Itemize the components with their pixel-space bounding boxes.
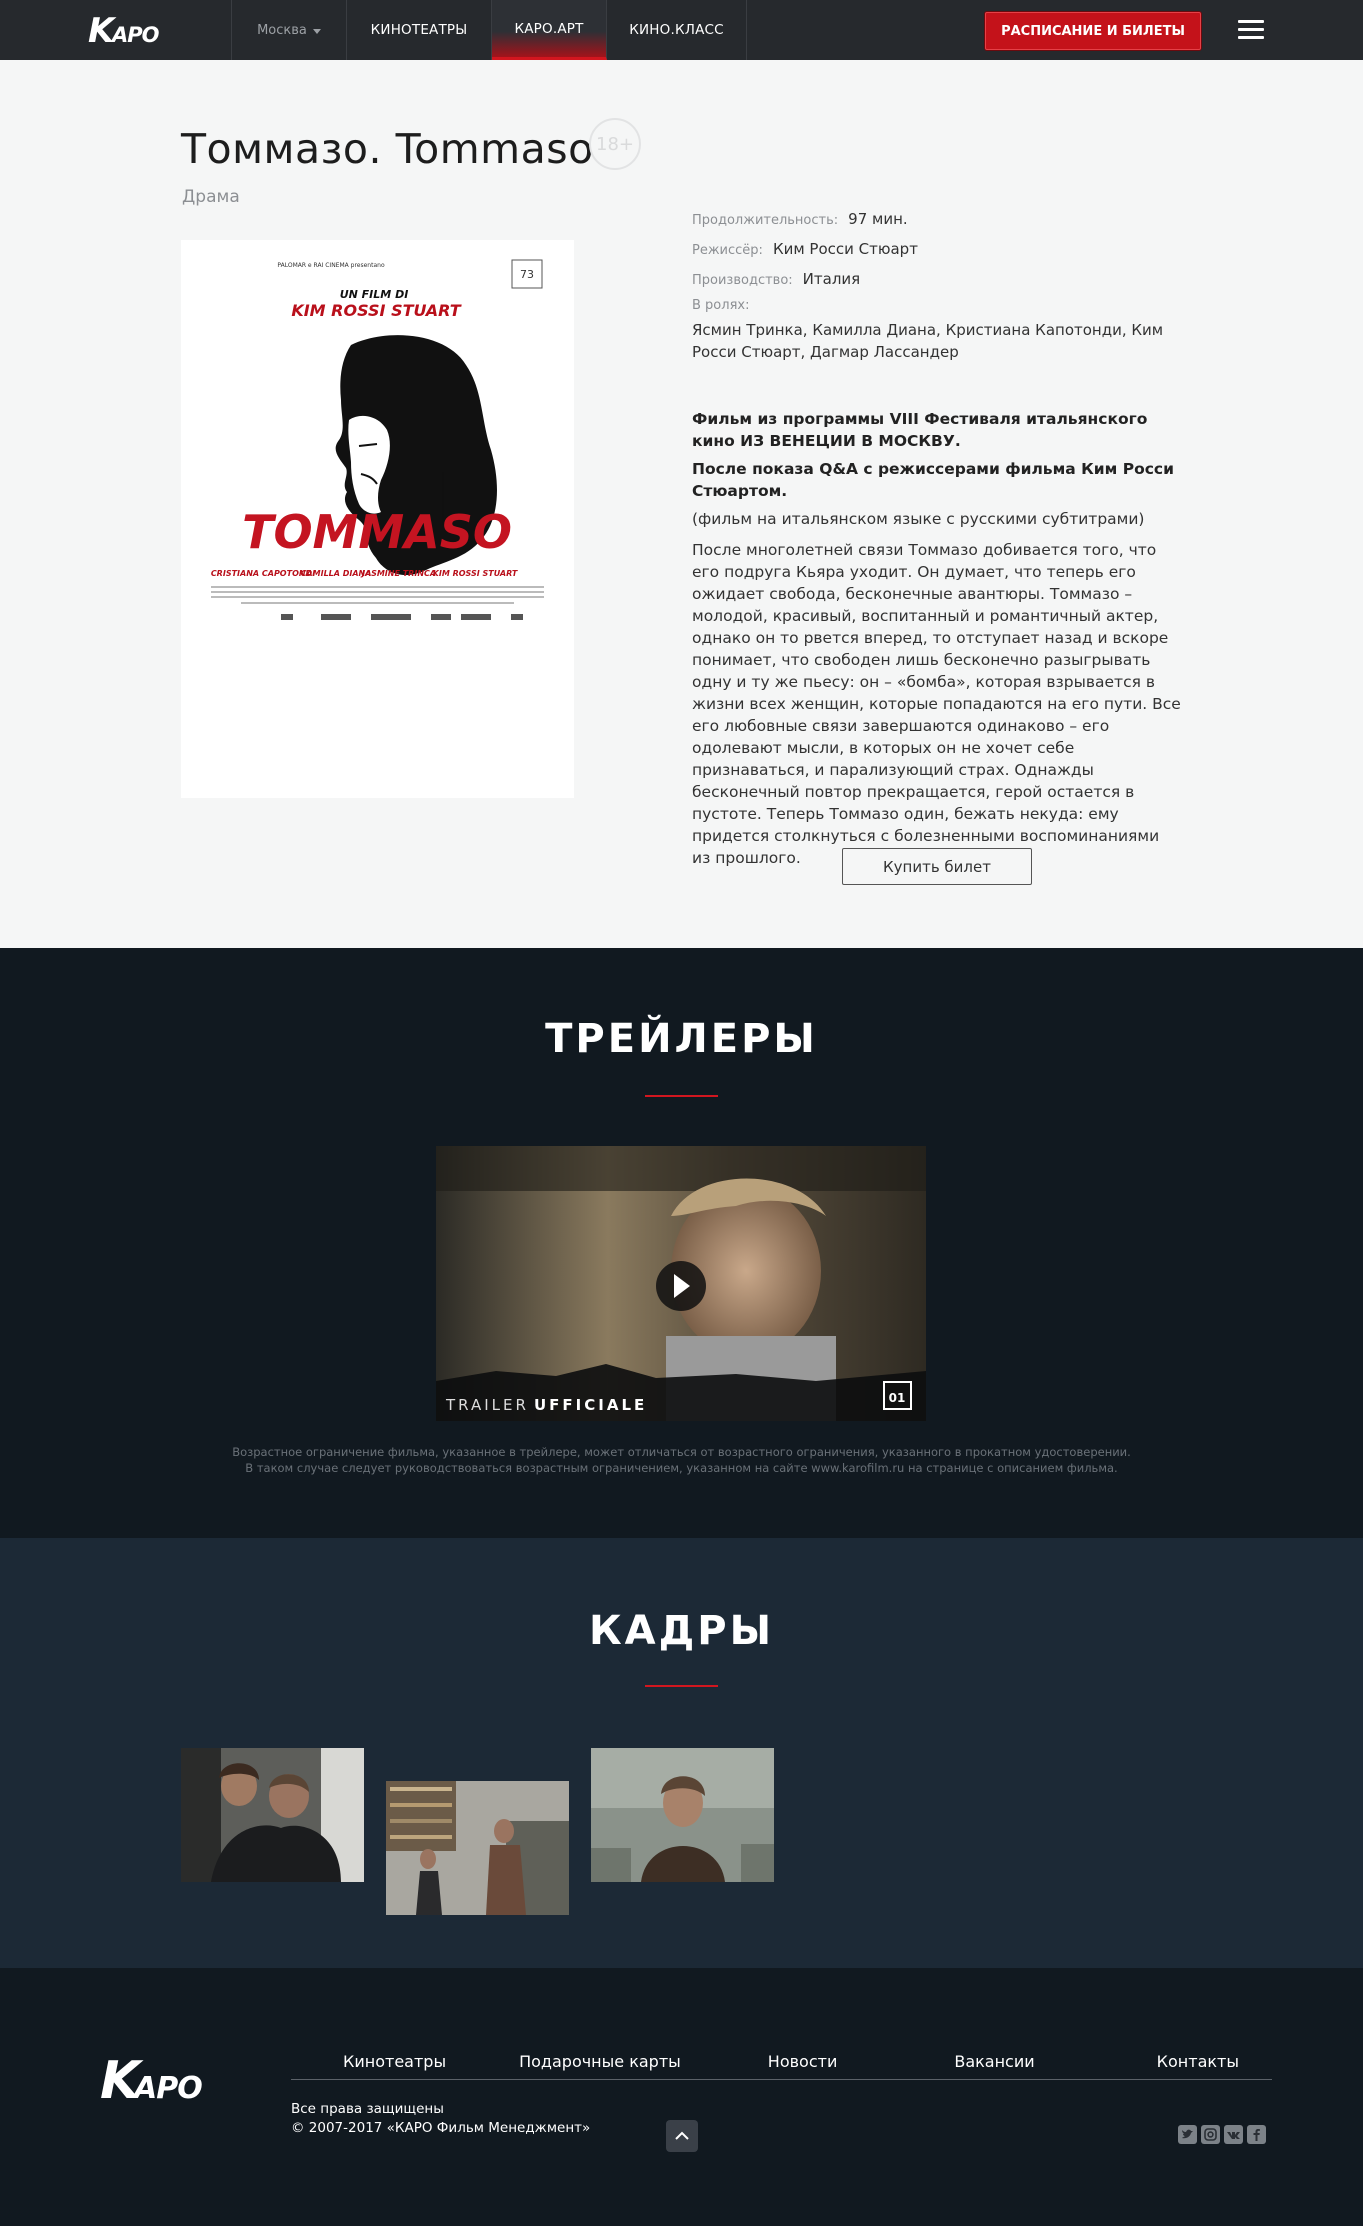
copyright-text: © 2007-2017 «КАРО Фильм Менеджмент»: [291, 2120, 591, 2136]
footer-link-cinemas[interactable]: Кинотеатры: [343, 2040, 446, 2079]
nav-item-cinemas[interactable]: КИНОТЕАТРЫ: [347, 0, 492, 60]
qa-note: После показа Q&A с режиссерами фильма Ки…: [692, 460, 1174, 500]
footer-nav: Кинотеатры Подарочные карты Новости Вака…: [291, 2040, 1272, 2080]
duration-value: 97 мин.: [848, 210, 908, 228]
video-caption-left: TRAILER: [445, 1396, 529, 1414]
poster-tagline: UN FILM DI: [340, 288, 409, 301]
twitter-icon[interactable]: [1178, 2125, 1197, 2144]
facebook-icon[interactable]: [1247, 2125, 1266, 2144]
poster-title: TOMMASO: [242, 505, 512, 559]
city-selector[interactable]: Москва: [231, 0, 347, 60]
director-row: Режиссёр: Ким Росси Стюарт: [692, 238, 1182, 262]
video-badge: 01: [889, 1391, 906, 1405]
footer-link-vacancies[interactable]: Вакансии: [954, 2040, 1034, 2079]
stills-title: КАДРЫ: [588, 1608, 775, 1654]
footer-rights: Все права защищены © 2007-2017 «КАРО Фил…: [291, 2100, 590, 2138]
film-genre: Драма: [182, 187, 240, 207]
disclaimer-line-1: Возрастное ограничение фильма, указанное…: [232, 1445, 1131, 1459]
buy-ticket-button[interactable]: Купить билет: [842, 848, 1032, 885]
trailer-video-player[interactable]: TRAILER UFFICIALE 01: [436, 1146, 926, 1421]
duration-label: Продолжительность:: [692, 213, 839, 228]
trailers-section: ТРЕЙЛЕРЫ TRAILER UFFICIALE 01 Возрастное…: [0, 948, 1363, 1538]
film-title: Томмазо. Tommaso: [181, 125, 594, 173]
main-nav: Москва КИНОТЕАТРЫ КАРО.АРТ КИНО.КЛАСС: [231, 0, 747, 60]
poster-cast-3: JASMINE TRINCA: [360, 569, 436, 578]
duration-row: Продолжительность: 97 мин.: [692, 208, 1182, 232]
film-description: Фильм из программы VIII Фестиваля италья…: [692, 408, 1182, 878]
subtitles-note: (фильм на итальянском языке с русскими с…: [692, 510, 1145, 528]
page-footer: K APO Кинотеатры Подарочные карты Новост…: [0, 1968, 1363, 2226]
poster-cast-4: KIM ROSSI STUART: [433, 569, 518, 578]
trailers-title: ТРЕЙЛЕРЫ: [545, 1016, 818, 1062]
film-poster: PALOMAR e RAI CINEMA presentano 73 UN FI…: [181, 240, 574, 798]
film-info-section: Томмазо. Tommaso 18+ Драма PALOMAR e RAI…: [0, 60, 1363, 948]
poster-cast-2: CAMILLA DIANA: [301, 569, 372, 578]
footer-link-news[interactable]: Новости: [768, 2040, 838, 2079]
poster-cast-1: CRISTIANA CAPOTONDI: [211, 569, 315, 578]
video-caption-right: UFFICIALE: [534, 1396, 647, 1414]
rights-text: Все права защищены: [291, 2101, 444, 2117]
nav-item-kino-klass[interactable]: КИНО.КЛАСС: [607, 0, 747, 60]
instagram-icon[interactable]: [1201, 2125, 1220, 2144]
footer-link-contacts[interactable]: Контакты: [1157, 2040, 1239, 2079]
production-label: Производство:: [692, 273, 793, 288]
scroll-to-top-button[interactable]: [666, 2120, 698, 2152]
stills-section: КАДРЫ: [0, 1538, 1363, 1968]
karo-footer-logo[interactable]: K APO: [100, 2050, 264, 2108]
age-disclaimer: Возрастное ограничение фильма, указанное…: [0, 1444, 1363, 1476]
svg-text:APO: APO: [110, 23, 160, 47]
disclaimer-line-2: В таком случае следует руководствоваться…: [245, 1461, 1118, 1475]
production-row: Производство: Италия: [692, 268, 1182, 292]
festival-note: Фильм из программы VIII Фестиваля италья…: [692, 410, 1148, 450]
karo-logo[interactable]: K APO: [88, 10, 208, 50]
director-label: Режиссёр:: [692, 243, 763, 258]
nav-item-karo-art[interactable]: КАРО.АРТ: [492, 0, 607, 60]
poster-director: KIM ROSSI STUART: [291, 301, 461, 320]
still-thumbnail-1[interactable]: [181, 1748, 364, 1882]
chevron-up-icon: [675, 2131, 689, 2140]
still-thumbnail-3[interactable]: [591, 1748, 774, 1882]
age-rating-badge: 18+: [589, 118, 641, 170]
synopsis: После многолетней связи Томмазо добивает…: [692, 541, 1181, 867]
poster-festival-mark: 73: [520, 268, 534, 281]
svg-text:APO: APO: [132, 2071, 202, 2106]
hamburger-menu-icon[interactable]: [1238, 20, 1264, 40]
footer-link-gift-cards[interactable]: Подарочные карты: [519, 2040, 681, 2079]
director-value: Ким Росси Стюарт: [772, 240, 918, 258]
chevron-down-icon: [312, 28, 321, 34]
cast-label: В ролях:: [692, 298, 750, 313]
cast-value: Ясмин Тринка, Камилла Диана, Кристиана К…: [692, 321, 1164, 361]
schedule-tickets-button[interactable]: РАСПИСАНИЕ И БИЛЕТЫ: [985, 12, 1201, 50]
top-header: K APO Москва КИНОТЕАТРЫ КАРО.АРТ КИНО.КЛ…: [0, 0, 1363, 60]
city-label: Москва: [257, 22, 307, 38]
film-details: Продолжительность: 97 мин. Режиссёр: Ким Р…: [692, 208, 1182, 363]
poster-presenter: PALOMAR e RAI CINEMA presentano: [277, 262, 385, 269]
production-value: Италия: [802, 270, 861, 288]
stills-divider: [645, 1685, 718, 1687]
still-thumbnail-2[interactable]: [386, 1781, 569, 1915]
trailers-divider: [645, 1095, 718, 1097]
vk-icon[interactable]: [1224, 2125, 1243, 2144]
